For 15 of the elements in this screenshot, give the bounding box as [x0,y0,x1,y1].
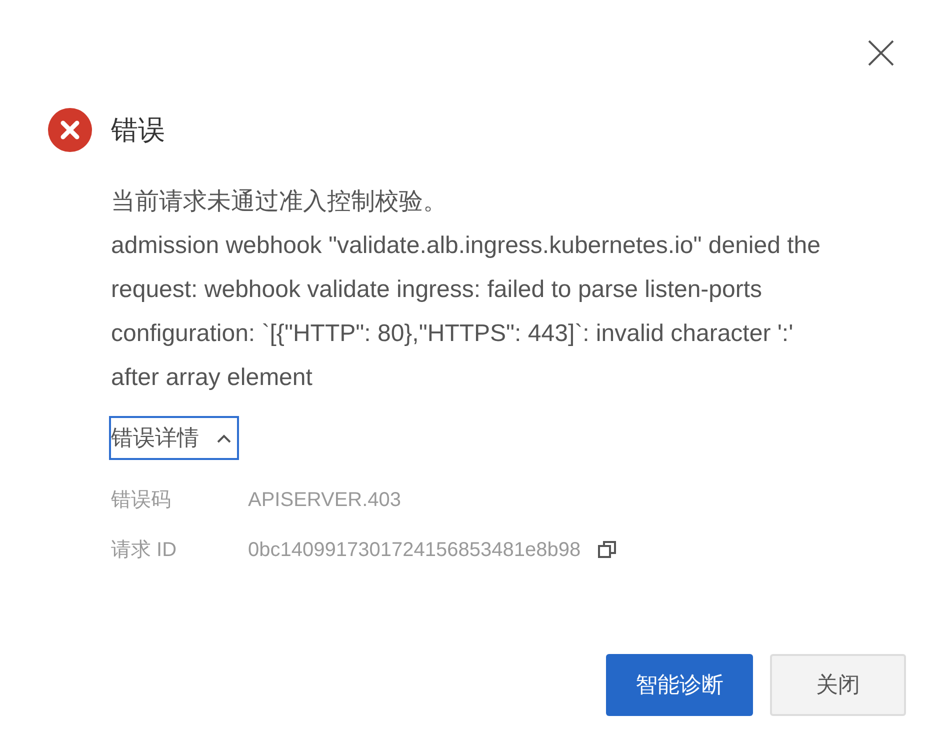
close-button[interactable] [866,38,896,68]
copy-icon[interactable] [596,540,617,560]
dialog-title: 错误 [111,114,165,147]
detail-value: APISERVER.403 [248,488,402,513]
close-dialog-button[interactable]: 关闭 [770,654,906,716]
diagnose-button[interactable]: 智能诊断 [606,654,753,716]
detail-label: 请求 ID [111,538,178,563]
error-message: admission webhook "validate.alb.ingress.kubernetes.io" denied the request: webhook validate ingress: failed to parse listen-ports configuration: `[{"HTTP": 80},"HTTPS": 443]`: invalid character ':' after array element [111,231,822,393]
caret-icon [217,434,231,442]
detail-value: 0bc1409917301724156853481e8b98 [248,538,581,563]
error-summary: 当前请求未通过准入控制校验。 [111,187,448,217]
close-icon [866,38,896,68]
details-toggle[interactable]: 错误详情 [109,416,239,460]
detail-label: 错误码 [111,488,172,513]
error-icon [48,108,92,152]
